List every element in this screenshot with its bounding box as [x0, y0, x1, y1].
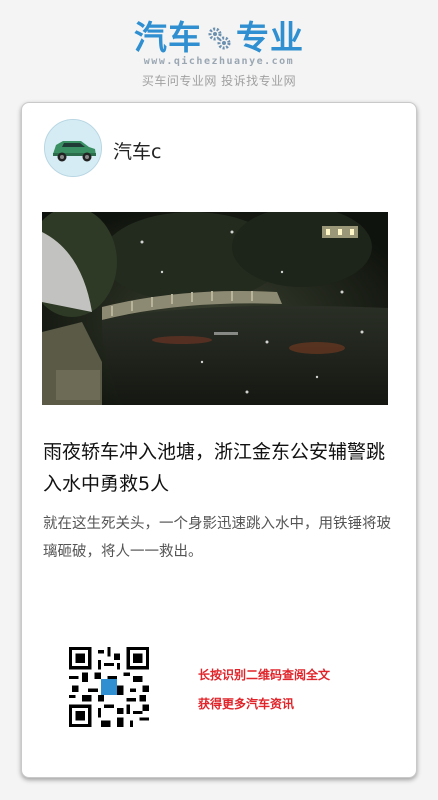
gears-icon	[208, 27, 231, 50]
article-summary: 就在这生死关头，一个身影迅速跳入水中，用铁锤将玻璃砸破，将人一一救出。	[43, 516, 391, 560]
share-card: 汽车c 雨夜轿车冲入池塘，浙江金东公安辅警跳入水中勇救5人 就在这生死关头，一个…	[21, 102, 417, 778]
car-icon	[45, 120, 101, 176]
author-avatar[interactable]	[44, 119, 102, 177]
logo-text-left: 汽车	[134, 18, 202, 57]
article-title[interactable]: 雨夜轿车冲入池塘，浙江金东公安辅警跳入水中勇救5人	[43, 436, 403, 500]
site-url: www.qichezhuanye.com	[143, 56, 295, 67]
logo-text-right: 专业	[236, 18, 304, 57]
article-photo[interactable]	[42, 212, 388, 405]
cta-scan-qr: 长按识别二维码查阅全文	[198, 668, 331, 682]
author-name[interactable]: 汽车c	[113, 137, 161, 164]
cta-more-news: 获得更多汽车资讯	[198, 697, 295, 711]
night-pond-scene	[42, 212, 388, 405]
site-logo[interactable]: 汽车 专业	[124, 18, 314, 58]
site-header: 汽车 专业 www.qichezhuanye.com 买车问专业网 投诉找专业网	[0, 0, 438, 100]
site-slogan: 买车问专业网 投诉找专业网	[141, 74, 297, 88]
qr-code-icon[interactable]	[69, 647, 149, 727]
